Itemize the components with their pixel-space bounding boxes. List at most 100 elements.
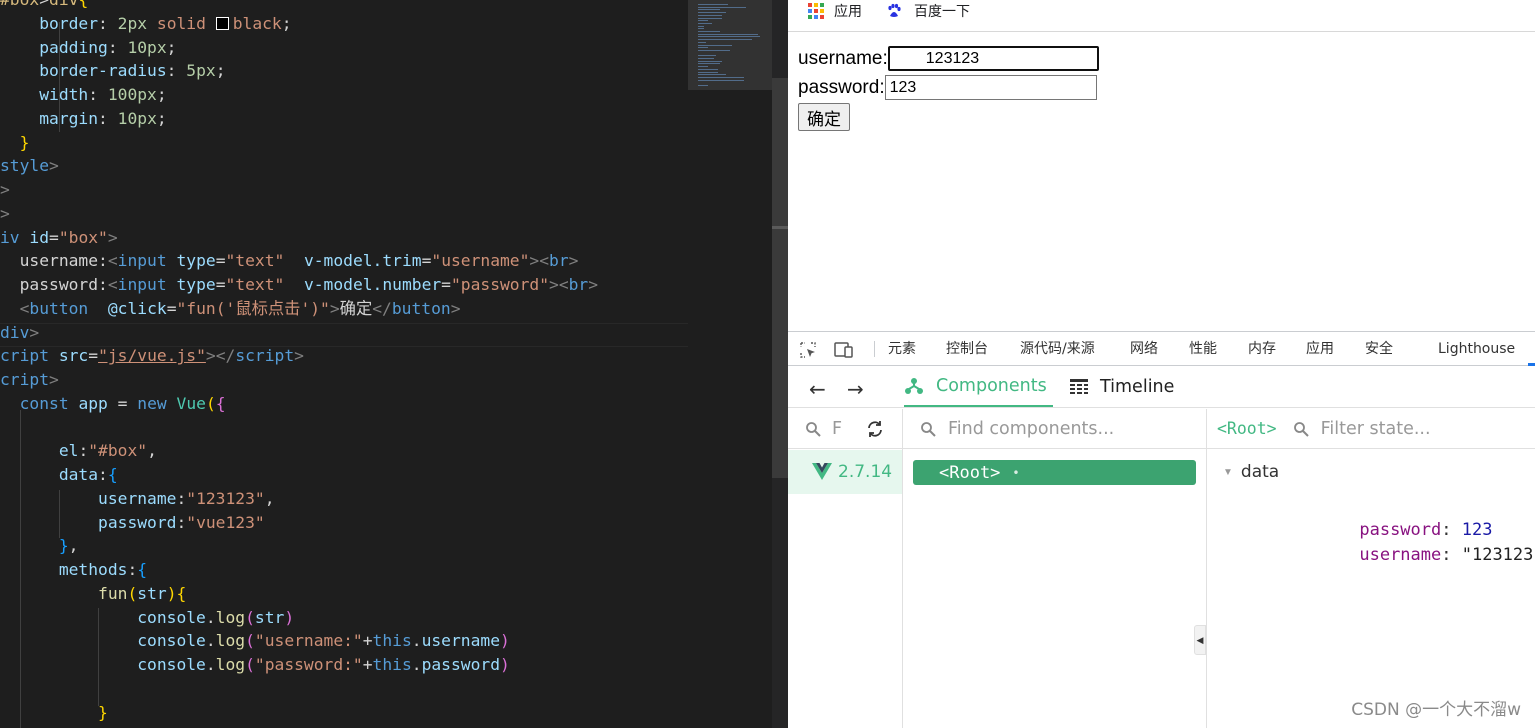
code-token: log <box>215 607 246 627</box>
bookmark-baidu[interactable]: 百度一下 <box>886 0 970 22</box>
code-line[interactable]: console.log("password:"+this.password) <box>0 653 510 677</box>
apps-grid-icon <box>808 3 824 19</box>
code-line[interactable]: > <box>0 178 10 202</box>
code-token: : <box>98 108 118 128</box>
code-line[interactable]: username:"123123", <box>0 487 274 511</box>
editor-scrollbar[interactable] <box>772 0 788 728</box>
code-line[interactable]: cript> <box>0 368 59 392</box>
code-token: margin <box>39 108 99 128</box>
find-components[interactable]: Find components... <box>903 409 1206 449</box>
code-line[interactable]: style> <box>0 154 59 178</box>
code-line[interactable]: username:<input type="text" v-model.trim… <box>0 249 579 273</box>
code-token: > <box>107 227 118 247</box>
code-token: >< <box>549 275 569 294</box>
code-token: > <box>0 180 10 199</box>
code-token: border <box>39 13 99 33</box>
data-section-label: data <box>1240 462 1280 482</box>
code-line[interactable]: fun(str){ <box>0 582 186 606</box>
code-line[interactable]: cript src="js/vue.js"></script> <box>0 344 304 368</box>
color-swatch[interactable] <box>215 16 229 30</box>
refresh-icon[interactable] <box>865 420 885 438</box>
tab-timeline[interactable]: Timeline <box>1070 367 1174 407</box>
code-token: @click <box>107 298 167 318</box>
state-row-username[interactable]: username: "123123" <box>1257 525 1535 585</box>
code-token: . <box>205 607 216 627</box>
tab-performance[interactable]: 性能 <box>1189 332 1217 366</box>
code-token: > <box>49 370 59 389</box>
minimap[interactable] <box>688 0 772 728</box>
tab-security[interactable]: 安全 <box>1365 332 1393 366</box>
tab-console[interactable]: 控制台 <box>946 332 988 366</box>
tab-network[interactable]: 网络 <box>1130 332 1158 366</box>
state-value[interactable]: "123123" <box>1462 545 1535 565</box>
forward-arrow-icon[interactable]: → <box>847 377 864 401</box>
code-token: ; <box>281 13 292 33</box>
code-token: div <box>49 0 78 9</box>
tab-sources[interactable]: 源代码/来源 <box>1020 332 1095 366</box>
code-area[interactable]: #box>div{ border: 2px solid black; paddi… <box>0 0 688 728</box>
vue-logo-icon <box>812 463 832 480</box>
code-token: = <box>166 298 177 318</box>
code-line[interactable]: <button @click="fun('鼠标点击')">确定</button> <box>0 297 461 321</box>
code-token: password <box>421 655 500 674</box>
code-token: { <box>78 0 88 9</box>
code-line[interactable]: console.log(str) <box>0 606 294 630</box>
code-line[interactable]: const app = new Vue({ <box>0 392 226 416</box>
device-toolbar-icon[interactable] <box>834 341 854 359</box>
app-list-item[interactable]: 2.7.14 <box>788 450 902 494</box>
tab-elements[interactable]: 元素 <box>888 332 916 366</box>
code-line[interactable]: div> <box>0 321 39 345</box>
code-token: , <box>147 441 157 461</box>
code-line[interactable]: > <box>0 202 10 226</box>
code-line[interactable]: console.log("username:"+this.username) <box>0 629 510 653</box>
code-line[interactable]: width: 100px; <box>0 83 166 107</box>
code-token: div <box>0 322 30 342</box>
code-line[interactable]: password:"vue123" <box>0 511 265 535</box>
component-root-row[interactable]: <Root> • <box>913 460 1196 485</box>
password-input[interactable] <box>884 75 1097 100</box>
code-token: cript <box>0 346 50 366</box>
tab-components[interactable]: Components <box>904 367 1053 407</box>
code-token: black <box>232 13 282 33</box>
code-token: br <box>549 251 569 271</box>
editor-scrollbar-thumb[interactable] <box>772 78 788 478</box>
code-line[interactable]: #box>div{ <box>0 0 88 12</box>
code-token: log <box>215 655 246 674</box>
code-line[interactable]: } <box>0 131 30 155</box>
code-line[interactable]: border: 2px solid black; <box>0 12 292 36</box>
code-line[interactable]: padding: 10px; <box>0 36 176 60</box>
code-line[interactable]: password:<input type="text" v-model.numb… <box>0 273 598 297</box>
code-token: { <box>176 583 187 603</box>
code-line[interactable]: el:"#box", <box>0 439 157 463</box>
code-token: : <box>127 560 138 579</box>
code-editor[interactable]: #box>div{ border: 2px solid black; paddi… <box>0 0 788 728</box>
code-line[interactable]: methods:{ <box>0 558 147 582</box>
bookmark-apps[interactable]: 应用 <box>808 0 862 22</box>
confirm-button[interactable]: 确定 <box>798 103 850 131</box>
collapse-panel-handle[interactable]: ◀ <box>1194 625 1206 655</box>
username-input[interactable] <box>887 46 1099 71</box>
code-line[interactable]: border-radius: 5px; <box>0 59 226 83</box>
data-section-header[interactable]: ▼ data <box>1223 462 1279 482</box>
code-token: this <box>372 655 412 674</box>
code-token: ; <box>215 61 226 81</box>
code-line[interactable]: iv id="box"> <box>0 226 118 250</box>
code-line[interactable]: } <box>0 701 108 725</box>
back-arrow-icon[interactable]: ← <box>809 377 826 401</box>
apps-filter[interactable]: F <box>788 409 902 449</box>
code-token: password <box>98 512 177 532</box>
code-token: = <box>88 346 99 366</box>
code-line[interactable]: data:{ <box>0 463 118 487</box>
code-token: : <box>78 441 89 461</box>
inspect-element-icon[interactable] <box>799 341 817 359</box>
tab-lighthouse[interactable]: Lighthouse <box>1438 332 1515 366</box>
tab-application[interactable]: 应用 <box>1306 332 1334 366</box>
code-line[interactable]: }, <box>0 534 79 558</box>
filter-state-input[interactable]: Filter state... <box>1321 419 1431 439</box>
code-line[interactable]: margin: 10px; <box>0 107 166 131</box>
tab-memory[interactable]: 内存 <box>1248 332 1276 366</box>
